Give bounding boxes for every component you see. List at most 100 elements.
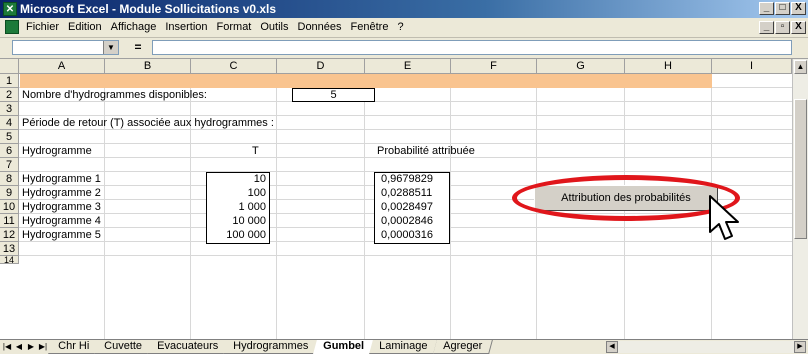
column-header-a[interactable]: A [19,59,105,74]
hydrogramme-name: Hydrogramme 3 [22,201,101,213]
select-all-corner[interactable] [0,59,19,74]
minimize-button[interactable]: _ [759,2,774,15]
window-title: Microsoft Excel - Module Sollicitations … [20,2,277,16]
formula-bar: ▼ = [0,38,808,59]
attribution-probabilites-button[interactable]: Attribution des probabilités [534,185,718,211]
sheet-tabs-bar: |◀ ◀ ▶ ▶| Chr Hi Cuvette Evacuateurs Hyd… [0,339,808,354]
column-header-b[interactable]: B [105,59,191,74]
row-header-1[interactable]: 1 [0,74,19,88]
hydrogramme-name: Hydrogramme 1 [22,173,101,185]
t-value[interactable]: 100 000 [207,228,266,242]
vertical-scrollbar[interactable]: ▲ [792,59,808,339]
periode-label: Période de retour (T) associée aux hydro… [22,117,274,129]
close-button[interactable]: X [791,2,806,15]
scroll-up-icon[interactable]: ▲ [794,60,807,74]
menu-help[interactable]: ? [397,21,403,33]
nb-hydrogrammes-value: 5 [330,89,337,101]
tab-navigation: |◀ ◀ ▶ ▶| [2,341,48,353]
hydrogramme-name: Hydrogramme 4 [22,215,101,227]
tab-hydrogrammes[interactable]: Hydrogrammes [223,340,320,354]
row-header-14[interactable]: 14 [0,256,19,264]
menu-format[interactable]: Format [217,21,252,33]
column-header-g[interactable]: G [537,59,625,74]
tab-evacuateurs[interactable]: Evacuateurs [147,340,230,354]
menu-fichier[interactable]: Fichier [26,21,59,33]
scroll-right-icon[interactable]: ▶ [794,341,806,353]
formula-input[interactable] [152,40,792,55]
grid-line [19,255,792,256]
prev-sheet-icon[interactable]: ◀ [14,341,24,353]
menu-bar: Fichier Edition Affichage Insertion Form… [0,18,808,38]
last-sheet-icon[interactable]: ▶| [38,341,48,353]
row-header-4[interactable]: 4 [0,116,19,130]
column-header-f[interactable]: F [451,59,537,74]
excel-icon: ✕ [3,2,17,16]
t-value[interactable]: 10 000 [207,214,266,228]
workbook-icon[interactable] [5,20,19,34]
document-controls: _ ▫ X [759,21,806,34]
tab-cuvette[interactable]: Cuvette [94,340,153,354]
row-header-7[interactable]: 7 [0,158,19,172]
doc-close-button[interactable]: X [791,21,806,34]
tab-agreger[interactable]: Agreger [432,340,493,354]
probabilite-header: Probabilité attribuée [377,145,475,157]
grid-line [450,74,451,339]
menu-fenetre[interactable]: Fenêtre [351,21,389,33]
horizontal-scrollbar[interactable]: ◀ ▶ [606,341,806,353]
header-band [20,74,712,88]
maximize-button[interactable]: □ [775,2,790,15]
column-header-h[interactable]: H [625,59,712,74]
name-box-dropdown-icon[interactable]: ▼ [103,41,118,54]
t-value[interactable]: 100 [207,186,266,200]
column-header-e[interactable]: E [365,59,451,74]
column-header-c[interactable]: C [191,59,277,74]
t-value[interactable]: 10 [207,172,266,186]
scroll-left-icon[interactable]: ◀ [606,341,618,353]
tab-gumbel[interactable]: Gumbel [313,340,376,354]
probability-value[interactable]: 0,9679829 [381,172,433,186]
probability-value[interactable]: 0,0288511 [381,186,432,200]
row-header-6[interactable]: 6 [0,144,19,158]
probability-value[interactable]: 0,0028497 [381,200,433,214]
name-box[interactable]: ▼ [12,40,119,55]
grid-line [104,74,105,339]
spreadsheet-grid[interactable]: A B C D E F G H I 1 2 3 4 5 6 7 8 9 10 1… [0,59,792,339]
t-value[interactable]: 1 000 [207,200,266,214]
first-sheet-icon[interactable]: |◀ [2,341,12,353]
formula-equals-icon[interactable]: = [127,40,149,55]
row-header-13[interactable]: 13 [0,242,19,256]
title-bar: ✕ Microsoft Excel - Module Sollicitation… [0,0,808,18]
t-header: T [252,145,259,157]
nb-hydrogrammes-cell[interactable]: 5 [292,88,375,102]
row-header-12[interactable]: 12 [0,228,19,242]
menu-edition[interactable]: Edition [68,21,102,33]
row-header-9[interactable]: 9 [0,186,19,200]
probability-value[interactable]: 0,0000316 [381,228,433,242]
doc-restore-button[interactable]: ▫ [775,21,790,34]
menu-insertion[interactable]: Insertion [165,21,207,33]
hydrogramme-header: Hydrogramme [22,145,92,157]
window-controls: _ □ X [759,2,806,15]
grid-line [364,74,365,339]
column-header-d[interactable]: D [277,59,365,74]
grid-line [276,74,277,339]
row-header-11[interactable]: 11 [0,214,19,228]
tab-chr-hi[interactable]: Chr Hi [48,340,101,354]
tab-laminage[interactable]: Laminage [369,340,439,354]
menu-affichage[interactable]: Affichage [111,21,157,33]
row-header-3[interactable]: 3 [0,102,19,116]
column-header-i[interactable]: I [712,59,792,74]
hydrogramme-name: Hydrogramme 2 [22,187,101,199]
doc-minimize-button[interactable]: _ [759,21,774,34]
menu-donnees[interactable]: Données [298,21,342,33]
probability-value[interactable]: 0,0002846 [381,214,433,228]
next-sheet-icon[interactable]: ▶ [26,341,36,353]
row-header-2[interactable]: 2 [0,88,19,102]
grid-line [190,74,191,339]
row-header-8[interactable]: 8 [0,172,19,186]
row-header-10[interactable]: 10 [0,200,19,214]
nb-hydrogrammes-label: Nombre d'hydrogrammes disponibles: [22,89,207,101]
scroll-thumb[interactable] [794,99,807,239]
menu-outils[interactable]: Outils [260,21,288,33]
row-header-5[interactable]: 5 [0,130,19,144]
